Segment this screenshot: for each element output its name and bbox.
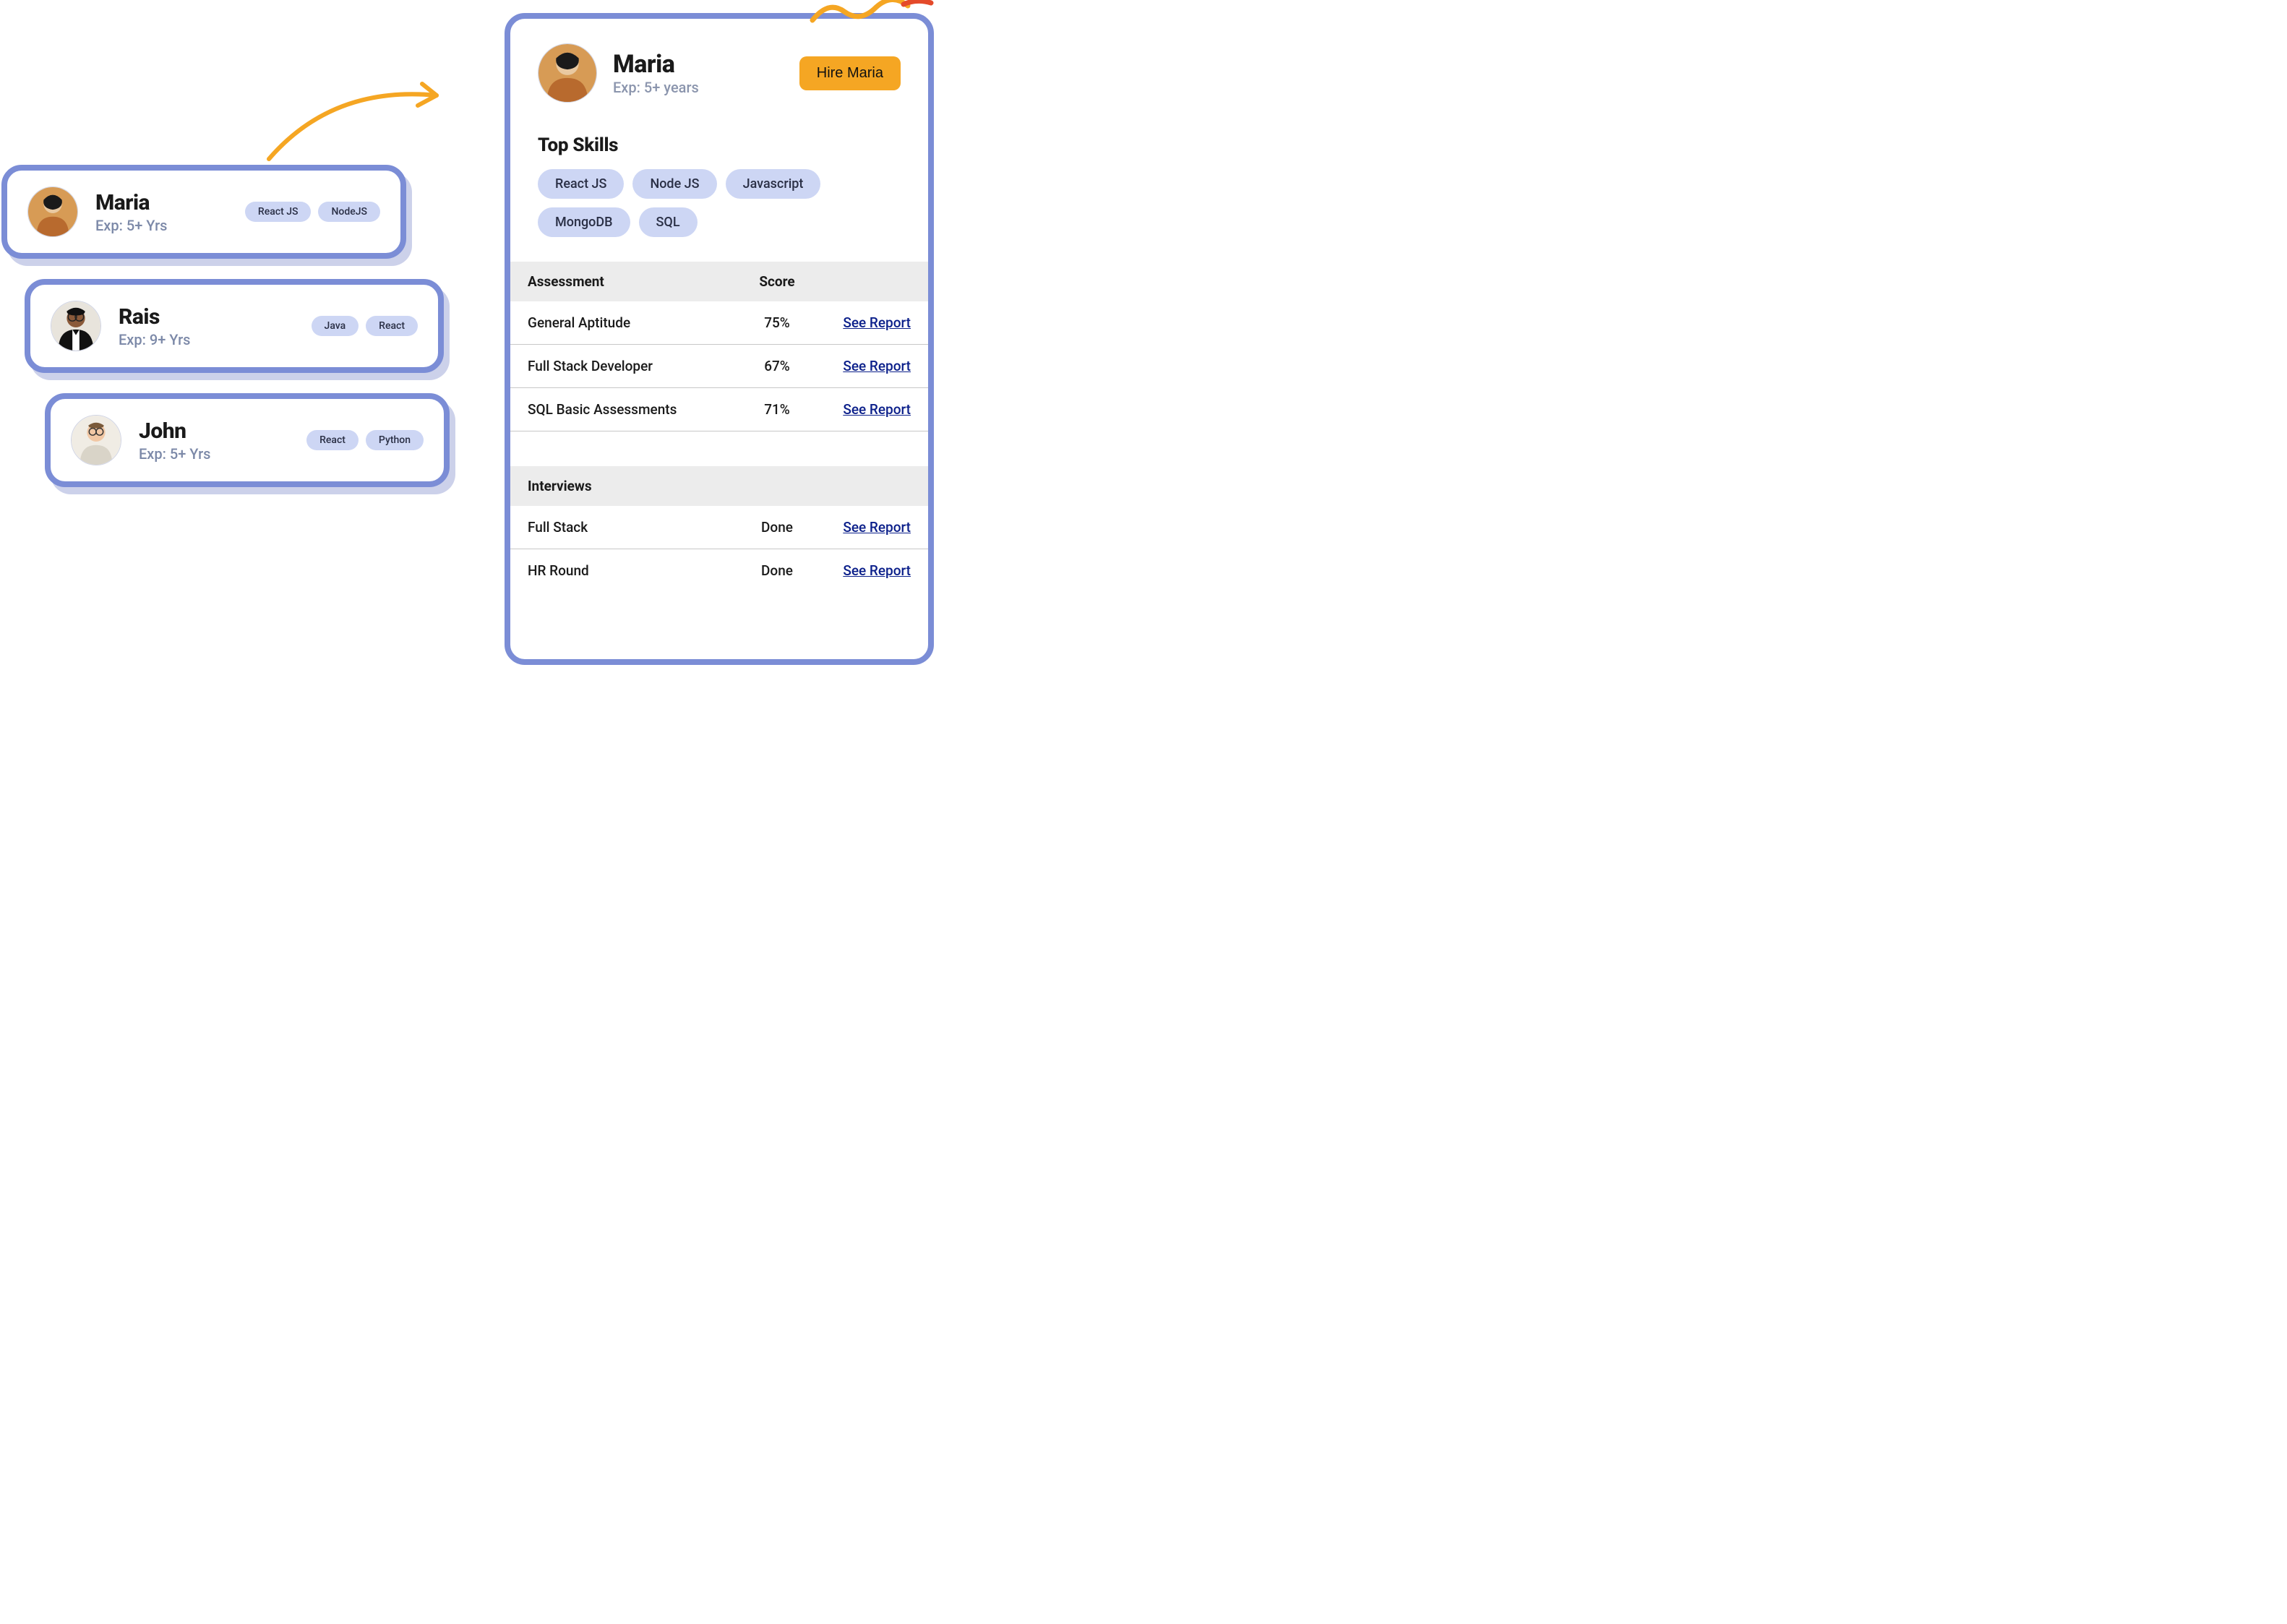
candidate-detail-panel: Maria Exp: 5+ years Hire Maria Top Skill… bbox=[505, 13, 934, 665]
candidate-name: Maria bbox=[95, 190, 228, 215]
candidate-exp: Exp: 5+ Yrs bbox=[139, 445, 289, 463]
hire-button[interactable]: Hire Maria bbox=[799, 56, 901, 90]
interviews-header: Interviews bbox=[510, 466, 928, 506]
skill-chip: MongoDB bbox=[538, 207, 630, 237]
candidate-info: Maria Exp: 5+ Yrs bbox=[95, 190, 228, 234]
table-row: HR Round Done See Report bbox=[510, 549, 928, 592]
candidate-name: John bbox=[139, 418, 289, 444]
candidate-info: Rais Exp: 9+ Yrs bbox=[119, 304, 294, 348]
col-score: Score bbox=[745, 273, 810, 290]
col-assessment: Assessment bbox=[528, 273, 745, 290]
assessments-table: Assessment Score General Aptitude 75% Se… bbox=[510, 262, 928, 592]
skill-chip: React bbox=[306, 430, 359, 450]
table-row: SQL Basic Assessments 71% See Report bbox=[510, 388, 928, 431]
avatar bbox=[27, 186, 78, 237]
assessment-score: 71% bbox=[745, 401, 810, 418]
candidate-name: Rais bbox=[119, 304, 294, 330]
skill-chip: React bbox=[366, 316, 418, 336]
table-row: Full Stack Developer 67% See Report bbox=[510, 345, 928, 388]
skill-chips: React JS Node JS Javascript MongoDB SQL bbox=[538, 169, 901, 237]
candidate-card[interactable]: Rais Exp: 9+ Yrs Java React bbox=[25, 279, 444, 373]
candidate-exp: Exp: 5+ Yrs bbox=[95, 217, 228, 234]
skill-chip: Python bbox=[366, 430, 424, 450]
detail-header: Maria Exp: 5+ years Hire Maria bbox=[538, 43, 901, 103]
arrow-icon bbox=[260, 78, 463, 165]
skill-chip: Javascript bbox=[726, 169, 821, 199]
table-header: Assessment Score bbox=[510, 262, 928, 301]
candidate-info: John Exp: 5+ Yrs bbox=[139, 418, 289, 463]
see-report-link[interactable]: See Report bbox=[843, 314, 911, 331]
see-report-link[interactable]: See Report bbox=[843, 358, 911, 374]
assessment-score: 75% bbox=[745, 314, 810, 331]
skill-chips: Java React bbox=[312, 316, 418, 336]
skill-chip: React JS bbox=[538, 169, 624, 199]
candidate-card[interactable]: John Exp: 5+ Yrs React Python bbox=[45, 393, 450, 487]
interview-name: HR Round bbox=[528, 562, 745, 579]
avatar bbox=[538, 43, 597, 103]
skill-chip: Java bbox=[312, 316, 359, 336]
interview-status: Done bbox=[745, 562, 810, 579]
candidate-card[interactable]: Maria Exp: 5+ Yrs React JS NodeJS bbox=[1, 165, 406, 259]
candidate-list: Maria Exp: 5+ Yrs React JS NodeJS Rais E… bbox=[1, 165, 450, 487]
see-report-link[interactable]: See Report bbox=[843, 562, 911, 579]
candidate-exp: Exp: 9+ Yrs bbox=[119, 331, 294, 348]
skill-chips: React JS NodeJS bbox=[245, 202, 380, 222]
assessment-name: SQL Basic Assessments bbox=[528, 401, 745, 418]
avatar bbox=[71, 415, 121, 465]
assessment-name: General Aptitude bbox=[528, 314, 745, 331]
interview-name: Full Stack bbox=[528, 519, 745, 536]
skill-chips: React Python bbox=[306, 430, 424, 450]
see-report-link[interactable]: See Report bbox=[843, 401, 911, 418]
skill-chip: SQL bbox=[639, 207, 698, 237]
table-row: General Aptitude 75% See Report bbox=[510, 301, 928, 345]
table-row: Full Stack Done See Report bbox=[510, 506, 928, 549]
detail-exp: Exp: 5+ years bbox=[613, 79, 784, 96]
avatar bbox=[51, 301, 101, 351]
assessment-name: Full Stack Developer bbox=[528, 358, 745, 374]
assessment-score: 67% bbox=[745, 358, 810, 374]
top-skills-title: Top Skills bbox=[538, 134, 901, 156]
skill-chip: React JS bbox=[245, 202, 312, 222]
skill-chip: NodeJS bbox=[318, 202, 380, 222]
interview-status: Done bbox=[745, 519, 810, 536]
detail-name: Maria bbox=[613, 50, 784, 79]
see-report-link[interactable]: See Report bbox=[843, 519, 911, 536]
detail-name-block: Maria Exp: 5+ years bbox=[613, 50, 784, 96]
skill-chip: Node JS bbox=[632, 169, 716, 199]
